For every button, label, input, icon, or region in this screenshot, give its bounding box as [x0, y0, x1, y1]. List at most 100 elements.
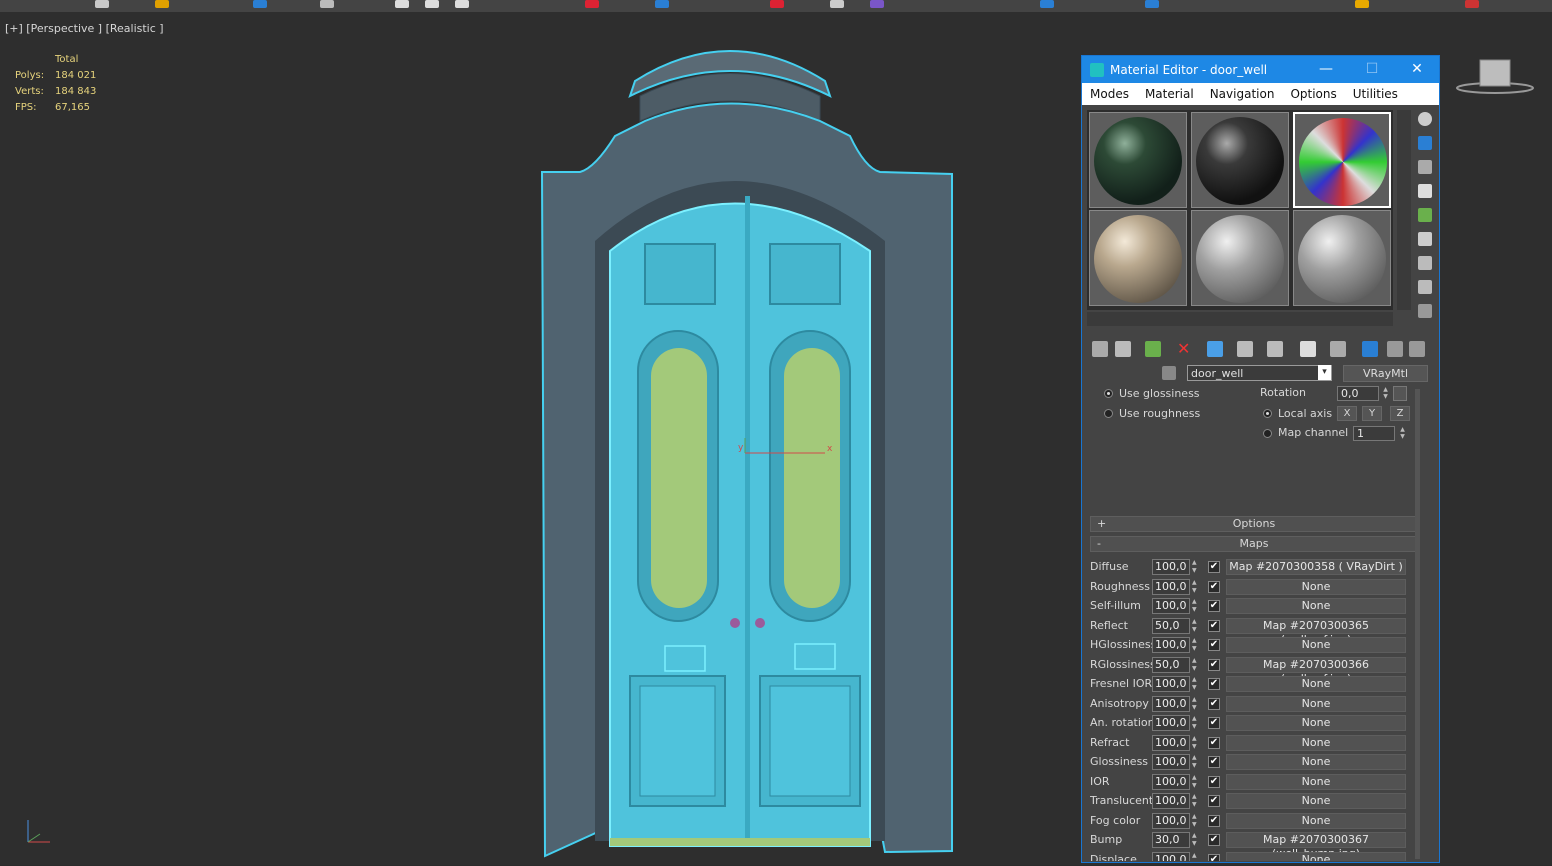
map-enable-checkbox[interactable]: ✔: [1208, 814, 1220, 827]
parameters-scrollbar[interactable]: [1415, 389, 1420, 859]
go-forward-sibling-icon[interactable]: [1409, 341, 1425, 357]
link-icon[interactable]: [95, 0, 109, 8]
sample-slot[interactable]: [1191, 210, 1289, 306]
video-color-check-icon[interactable]: [1418, 208, 1432, 222]
map-slot-button[interactable]: Map #2070300358 ( VRayDirt ): [1226, 559, 1406, 575]
select-manipulate-icon[interactable]: [655, 0, 669, 8]
sample-type-icon[interactable]: [1418, 112, 1432, 126]
viewport-label[interactable]: [+] [Perspective ] [Realistic ]: [5, 22, 164, 35]
make-unique-icon[interactable]: [1237, 341, 1253, 357]
map-enable-checkbox[interactable]: ✔: [1208, 717, 1220, 729]
map-slot-button[interactable]: None: [1226, 812, 1406, 829]
menu-options[interactable]: Options: [1282, 87, 1344, 101]
reset-map-icon[interactable]: ✕: [1177, 341, 1193, 357]
maximize-button[interactable]: ☐: [1357, 56, 1387, 83]
map-amount-spinner[interactable]: 100,0: [1152, 637, 1190, 653]
map-amount-spinner[interactable]: 30,0: [1152, 832, 1190, 848]
select-object-icon[interactable]: [253, 0, 267, 8]
map-slot-button[interactable]: Map #2070300367 (well_bump.jpg): [1226, 832, 1406, 860]
sample-slot-active[interactable]: [1293, 112, 1391, 208]
axis-x-button[interactable]: X: [1337, 406, 1357, 421]
local-axis-radio[interactable]: [1263, 409, 1272, 418]
slots-vertical-scrollbar[interactable]: [1397, 110, 1411, 310]
eyedropper-icon[interactable]: [1162, 366, 1176, 380]
rotation-spinner-arrows[interactable]: ▲ ▼: [1381, 386, 1390, 401]
render-frame-icon[interactable]: [1465, 0, 1479, 8]
minimize-button[interactable]: —: [1311, 56, 1341, 83]
map-enable-checkbox[interactable]: ✔: [1208, 756, 1220, 768]
material-editor-titlebar[interactable]: Material Editor - door_well — ☐ ✕: [1082, 56, 1439, 83]
background-icon[interactable]: [1418, 160, 1432, 174]
map-amount-spinner[interactable]: 100,0: [1152, 715, 1190, 731]
map-amount-arrows[interactable]: ▲▼: [1192, 579, 1201, 595]
map-enable-checkbox[interactable]: ✔: [1208, 658, 1220, 671]
map-enable-checkbox[interactable]: ✔: [1208, 600, 1220, 612]
axis-z-button[interactable]: Z: [1390, 406, 1410, 421]
map-slot-button[interactable]: None: [1226, 715, 1406, 731]
map-amount-spinner[interactable]: 50,0: [1152, 656, 1190, 673]
scale-icon[interactable]: [455, 0, 469, 8]
map-enable-checkbox[interactable]: ✔: [1208, 853, 1220, 861]
map-amount-arrows[interactable]: ▲▼: [1192, 637, 1201, 653]
material-id-icon[interactable]: [1300, 341, 1316, 357]
map-slot-button[interactable]: None: [1226, 598, 1406, 614]
map-enable-checkbox[interactable]: ✔: [1208, 736, 1220, 749]
map-slot-button[interactable]: None: [1226, 851, 1406, 861]
map-amount-spinner[interactable]: 100,0: [1152, 851, 1190, 861]
menu-navigation[interactable]: Navigation: [1202, 87, 1283, 101]
bind-icon[interactable]: [155, 0, 169, 8]
uv-tiling-icon[interactable]: [1418, 184, 1432, 198]
snap-icon[interactable]: [585, 0, 599, 8]
use-glossiness-radio[interactable]: [1104, 389, 1113, 398]
move-icon[interactable]: [395, 0, 409, 8]
map-amount-spinner[interactable]: 100,0: [1152, 754, 1190, 770]
put-material-icon[interactable]: [1115, 341, 1131, 357]
map-slot-button[interactable]: None: [1226, 754, 1406, 770]
get-material-icon[interactable]: [1092, 341, 1108, 357]
map-enable-checkbox[interactable]: ✔: [1208, 619, 1220, 632]
map-amount-spinner[interactable]: 100,0: [1152, 578, 1190, 595]
map-amount-arrows[interactable]: ▲▼: [1192, 754, 1201, 770]
chevron-down-icon[interactable]: ▾: [1318, 365, 1331, 380]
rotation-map-button[interactable]: [1393, 386, 1407, 401]
map-slot-button[interactable]: None: [1226, 793, 1406, 809]
copy-material-icon[interactable]: [1207, 341, 1223, 357]
show-end-result-icon[interactable]: [1362, 341, 1378, 357]
map-enable-checkbox[interactable]: ✔: [1208, 639, 1220, 651]
assign-material-icon[interactable]: [1145, 341, 1161, 357]
map-amount-arrows[interactable]: ▲▼: [1192, 618, 1201, 634]
curve-editor-icon[interactable]: [1040, 0, 1054, 8]
options-icon[interactable]: [1418, 256, 1432, 270]
map-amount-arrows[interactable]: ▲▼: [1192, 715, 1201, 731]
make-preview-icon[interactable]: [1418, 232, 1432, 246]
map-amount-arrows[interactable]: ▲▼: [1192, 696, 1201, 712]
rotation-spinner[interactable]: 0,0: [1337, 386, 1379, 401]
menu-material[interactable]: Material: [1137, 87, 1202, 101]
use-roughness-radio[interactable]: [1104, 409, 1113, 418]
material-map-navigator-icon[interactable]: [1418, 304, 1432, 318]
render-icon[interactable]: [1355, 0, 1369, 8]
spell-icon[interactable]: [830, 0, 844, 8]
options-rollout[interactable]: + Options: [1090, 516, 1418, 532]
map-amount-arrows[interactable]: ▲▼: [1192, 774, 1201, 790]
mirror-icon[interactable]: [770, 0, 784, 8]
map-amount-arrows[interactable]: ▲▼: [1192, 598, 1201, 614]
map-channel-radio[interactable]: [1263, 429, 1272, 438]
sample-slot[interactable]: [1293, 210, 1391, 306]
menu-modes[interactable]: Modes: [1082, 87, 1137, 101]
map-amount-arrows[interactable]: ▲▼: [1192, 735, 1201, 751]
sample-slot[interactable]: [1089, 210, 1187, 306]
sample-slot[interactable]: [1089, 112, 1187, 208]
select-region-icon[interactable]: [320, 0, 334, 8]
viewcube-icon[interactable]: [1455, 56, 1535, 96]
map-slot-button[interactable]: None: [1226, 578, 1406, 595]
map-slot-button[interactable]: None: [1226, 734, 1406, 751]
map-amount-spinner[interactable]: 100,0: [1152, 773, 1190, 790]
layer-icon[interactable]: [870, 0, 884, 8]
door-model[interactable]: x y: [530, 26, 970, 866]
map-amount-arrows[interactable]: ▲▼: [1192, 793, 1201, 809]
map-amount-spinner[interactable]: 100,0: [1152, 812, 1190, 829]
maps-rollout[interactable]: - Maps: [1090, 536, 1418, 552]
slots-horizontal-scrollbar[interactable]: [1087, 312, 1393, 326]
material-editor-icon[interactable]: [1145, 0, 1159, 8]
